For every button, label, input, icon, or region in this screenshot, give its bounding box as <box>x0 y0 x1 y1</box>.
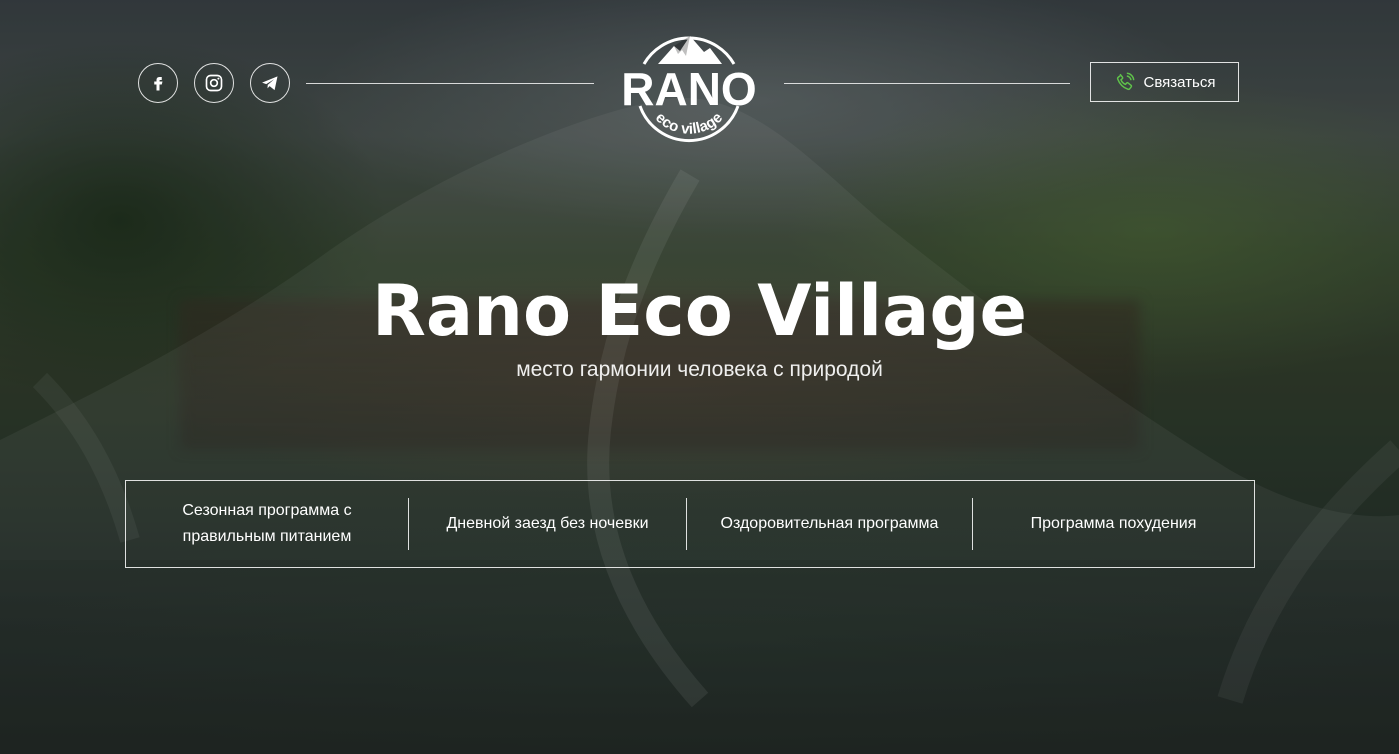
header-divider-right <box>784 83 1070 84</box>
site-header: RANO eco village Связаться <box>0 0 1399 170</box>
logo-subtitle: eco village <box>652 109 726 138</box>
social-links <box>138 63 290 103</box>
program-item-wellness[interactable]: Оздоровительная программа <box>686 498 972 550</box>
logo-subtitle-arc: eco village <box>652 109 726 138</box>
instagram-button[interactable] <box>194 63 234 103</box>
logo[interactable]: RANO eco village <box>618 24 760 144</box>
hero-subtitle: место гармонии человека с природой <box>516 358 883 381</box>
program-item-seasonal[interactable]: Сезонная программа с правильным питанием <box>126 498 408 550</box>
header-divider-left <box>306 83 594 84</box>
facebook-button[interactable] <box>138 63 178 103</box>
programs-menu: Сезонная программа с правильным питанием… <box>125 480 1255 568</box>
telegram-button[interactable] <box>250 63 290 103</box>
phone-icon <box>1116 72 1134 91</box>
hero-title: Rano Eco Village <box>372 270 1027 352</box>
telegram-icon <box>262 76 278 91</box>
program-item-day-visit[interactable]: Дневной заезд без ночевки <box>408 498 686 550</box>
program-item-weight-loss[interactable]: Программа похудения <box>972 498 1254 550</box>
facebook-icon <box>154 77 163 91</box>
contact-button[interactable]: Связаться <box>1090 62 1239 102</box>
hero-section: RANO eco village Связаться Rano Eco Vill… <box>0 0 1399 754</box>
contact-button-label: Связаться <box>1143 73 1216 91</box>
instagram-icon <box>205 74 223 92</box>
svg-text:eco village: eco village <box>652 109 726 138</box>
